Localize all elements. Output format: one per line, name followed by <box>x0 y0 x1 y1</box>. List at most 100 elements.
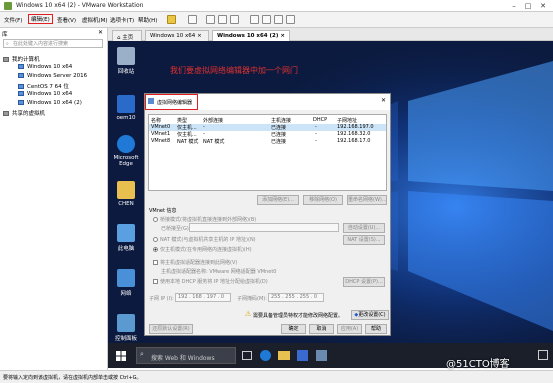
file-explorer-icon[interactable] <box>278 351 290 360</box>
desktop-icon-oem10[interactable]: oem10 <box>110 95 142 121</box>
subnet-ip-input[interactable]: 192 . 168 . 197 . 0 <box>175 293 231 302</box>
revert-snapshot-icon[interactable] <box>218 15 227 24</box>
tree-item-vm-3[interactable]: CentOS 7 64 位 <box>18 82 69 90</box>
dhcp-settings-button[interactable]: DHCP 设置(P)... <box>343 277 385 287</box>
snapshot-icon[interactable] <box>206 15 215 24</box>
bridged-to-label: 已桥接至(G): <box>161 226 191 232</box>
help-button[interactable]: 帮助 <box>365 324 387 334</box>
menu-help[interactable]: 帮助(H) <box>138 16 157 24</box>
virtual-network-editor-dialog: 虚拟网络编辑器 ✕ 名称 类型 外部连接 主机连接 DHCP 子网地址 VMne… <box>144 93 391 336</box>
close-tab-icon[interactable]: × <box>197 33 202 39</box>
minimize-button[interactable]: – <box>508 1 520 11</box>
close-button[interactable]: ✕ <box>537 1 549 11</box>
menu-bar: 文件(F) 编辑(E) 查看(V) 虚拟机(M) 选项卡(T) 帮助(H) <box>0 12 553 28</box>
network-icon <box>117 269 135 287</box>
play-icon[interactable] <box>167 15 176 24</box>
shared-vm-icon <box>3 111 9 116</box>
computer-icon <box>3 57 9 62</box>
desktop-icon-user-folder[interactable]: CHEN <box>110 181 142 207</box>
tree-item-vm-4[interactable]: Windows 10 x64 <box>18 91 72 97</box>
checkbox-icon <box>153 260 158 265</box>
bridge-mode-radio[interactable]: 桥接模式(将虚拟机直接连接到外部网络)(B) <box>153 216 256 223</box>
vm-icon <box>18 64 24 69</box>
tree-root-my-computer[interactable]: 我的计算机 <box>3 55 40 63</box>
table-row[interactable]: VMnet1 仅主机... - 已连接 - 192.168.32.0 <box>149 131 386 138</box>
close-tab-icon[interactable]: × <box>280 33 285 39</box>
radio-icon <box>153 237 158 242</box>
tab-vm-1[interactable]: Windows 10 x64 × <box>145 30 209 41</box>
tree-item-shared[interactable]: 共享的虚拟机 <box>3 109 45 117</box>
cortana-search-icon: ⌕ <box>140 350 144 358</box>
view-console-icon[interactable] <box>274 15 283 24</box>
this-pc-icon <box>117 224 135 242</box>
vmware-logo-icon <box>4 2 12 10</box>
tree-item-vm-2[interactable]: Windows Server 2016 <box>18 73 87 79</box>
menu-view[interactable]: 查看(V) <box>57 16 76 24</box>
send-ctrl-alt-del-icon[interactable] <box>188 15 197 24</box>
connect-adapter-checkbox[interactable]: 将主机虚拟适配器连接到此网络(V) <box>153 259 237 266</box>
store-icon[interactable] <box>297 350 308 361</box>
menu-vm[interactable]: 虚拟机(M) <box>82 16 108 24</box>
subnet-mask-input[interactable]: 255 . 255 . 255 . 0 <box>268 293 324 302</box>
dhcp-checkbox[interactable]: 使用本地 DHCP 服务将 IP 地址分配给虚拟机(D) <box>153 278 268 285</box>
maximize-button[interactable]: □ <box>522 1 534 11</box>
vm-icon <box>18 73 24 78</box>
restore-defaults-button[interactable]: 还原默认设置(R) <box>149 324 193 334</box>
rename-network-button[interactable]: 重命名网络(W)... <box>347 195 387 205</box>
tree-item-vm-1[interactable]: Windows 10 x64 <box>18 64 72 70</box>
recycle-bin-icon <box>117 47 135 65</box>
table-row[interactable]: VMnet0 仅主机... - 已连接 - 192.168.197.0 <box>149 124 386 131</box>
change-settings-button[interactable]: ◆更改设置(C) <box>351 310 389 320</box>
desktop-icon-network[interactable]: 网络 <box>110 269 142 297</box>
edge-icon <box>117 135 135 153</box>
task-view-icon[interactable] <box>242 351 252 360</box>
network-manager-icon[interactable] <box>316 350 327 361</box>
library-search-input[interactable]: ⌕ 在此处键入内容进行搜索 <box>3 39 103 48</box>
control-panel-icon <box>117 314 135 332</box>
desktop-icon-recycle-bin[interactable]: 回收站 <box>110 47 142 75</box>
desktop-icon-edge[interactable]: Microsoft Edge <box>110 135 142 167</box>
nat-settings-button[interactable]: NAT 设置(S)... <box>343 235 385 245</box>
library-sidebar: 库 ✕ ⌕ 在此处键入内容进行搜索 我的计算机 Windows 10 x64 W… <box>0 28 108 370</box>
cancel-button[interactable]: 取消 <box>309 324 334 334</box>
desktop-icon-this-pc[interactable]: 此电脑 <box>110 224 142 252</box>
menu-tabs[interactable]: 选项卡(T) <box>110 16 134 24</box>
bridged-to-select[interactable] <box>189 223 339 232</box>
user-folder-icon <box>117 181 135 199</box>
close-library-icon[interactable]: ✕ <box>98 29 103 36</box>
unity-icon[interactable] <box>262 15 271 24</box>
vm-icon <box>18 100 24 105</box>
ok-button[interactable]: 确定 <box>281 324 306 334</box>
tree-item-vm-5[interactable]: Windows 10 x64 (2) <box>18 100 82 106</box>
windows-start-icon[interactable] <box>116 351 126 361</box>
col-host: 主机连接 <box>271 118 292 124</box>
vmnet-info-title: VMnet 信息 <box>149 208 177 214</box>
vmnet-table: 名称 类型 外部连接 主机连接 DHCP 子网地址 VMnet0 仅主机... … <box>148 114 387 191</box>
auto-settings-button[interactable]: 自动设置(U)... <box>343 223 385 233</box>
window-titlebar: Windows 10 x64 (2) - VMware Workstation … <box>0 0 553 12</box>
remove-network-button[interactable]: 移除网络(O) <box>303 195 343 205</box>
apply-button[interactable]: 应用(A) <box>337 324 362 334</box>
host-only-radio[interactable]: 仅主机模式(在专用网络内连接虚拟机)(H) <box>153 246 252 253</box>
admin-warning-text: 需要具备管理员特权才能修改网络配置。 <box>253 313 344 319</box>
tab-vm-2[interactable]: Windows 10 x64 (2) × <box>212 30 290 41</box>
manage-snapshots-icon[interactable] <box>230 15 239 24</box>
taskbar-search-placeholder: 搜索 Web 和 Windows <box>151 355 215 362</box>
fullscreen-icon[interactable] <box>250 15 259 24</box>
tab-home[interactable]: ⌂ 主页 <box>112 30 142 41</box>
nat-mode-radio[interactable]: NAT 模式(与虚拟机共享主机的 IP 地址)(N) <box>153 236 256 243</box>
add-network-button[interactable]: 添加网络(E)... <box>257 195 299 205</box>
notification-icon[interactable] <box>538 350 548 360</box>
menu-file[interactable]: 文件(F) <box>4 16 22 24</box>
desktop-icon-control-panel[interactable]: 控制面板 <box>110 314 142 342</box>
menu-edit[interactable]: 编辑(E) <box>28 14 53 24</box>
library-header: 库 <box>2 32 8 38</box>
dialog-close-icon[interactable]: ✕ <box>381 97 386 104</box>
taskbar-search-box[interactable]: ⌕ 搜索 Web 和 Windows <box>136 347 236 364</box>
edge-taskbar-icon[interactable] <box>260 350 271 361</box>
col-dhcp: DHCP <box>313 117 328 123</box>
stretch-icon[interactable] <box>286 15 295 24</box>
table-row[interactable]: VMnet8 NAT 模式 NAT 模式 已连接 - 192.168.17.0 <box>149 138 386 145</box>
status-text: 要将输入定向到该虚拟机，请在虚拟机内部单击或按 Ctrl+G。 <box>3 375 142 381</box>
radio-selected-icon <box>153 247 158 252</box>
